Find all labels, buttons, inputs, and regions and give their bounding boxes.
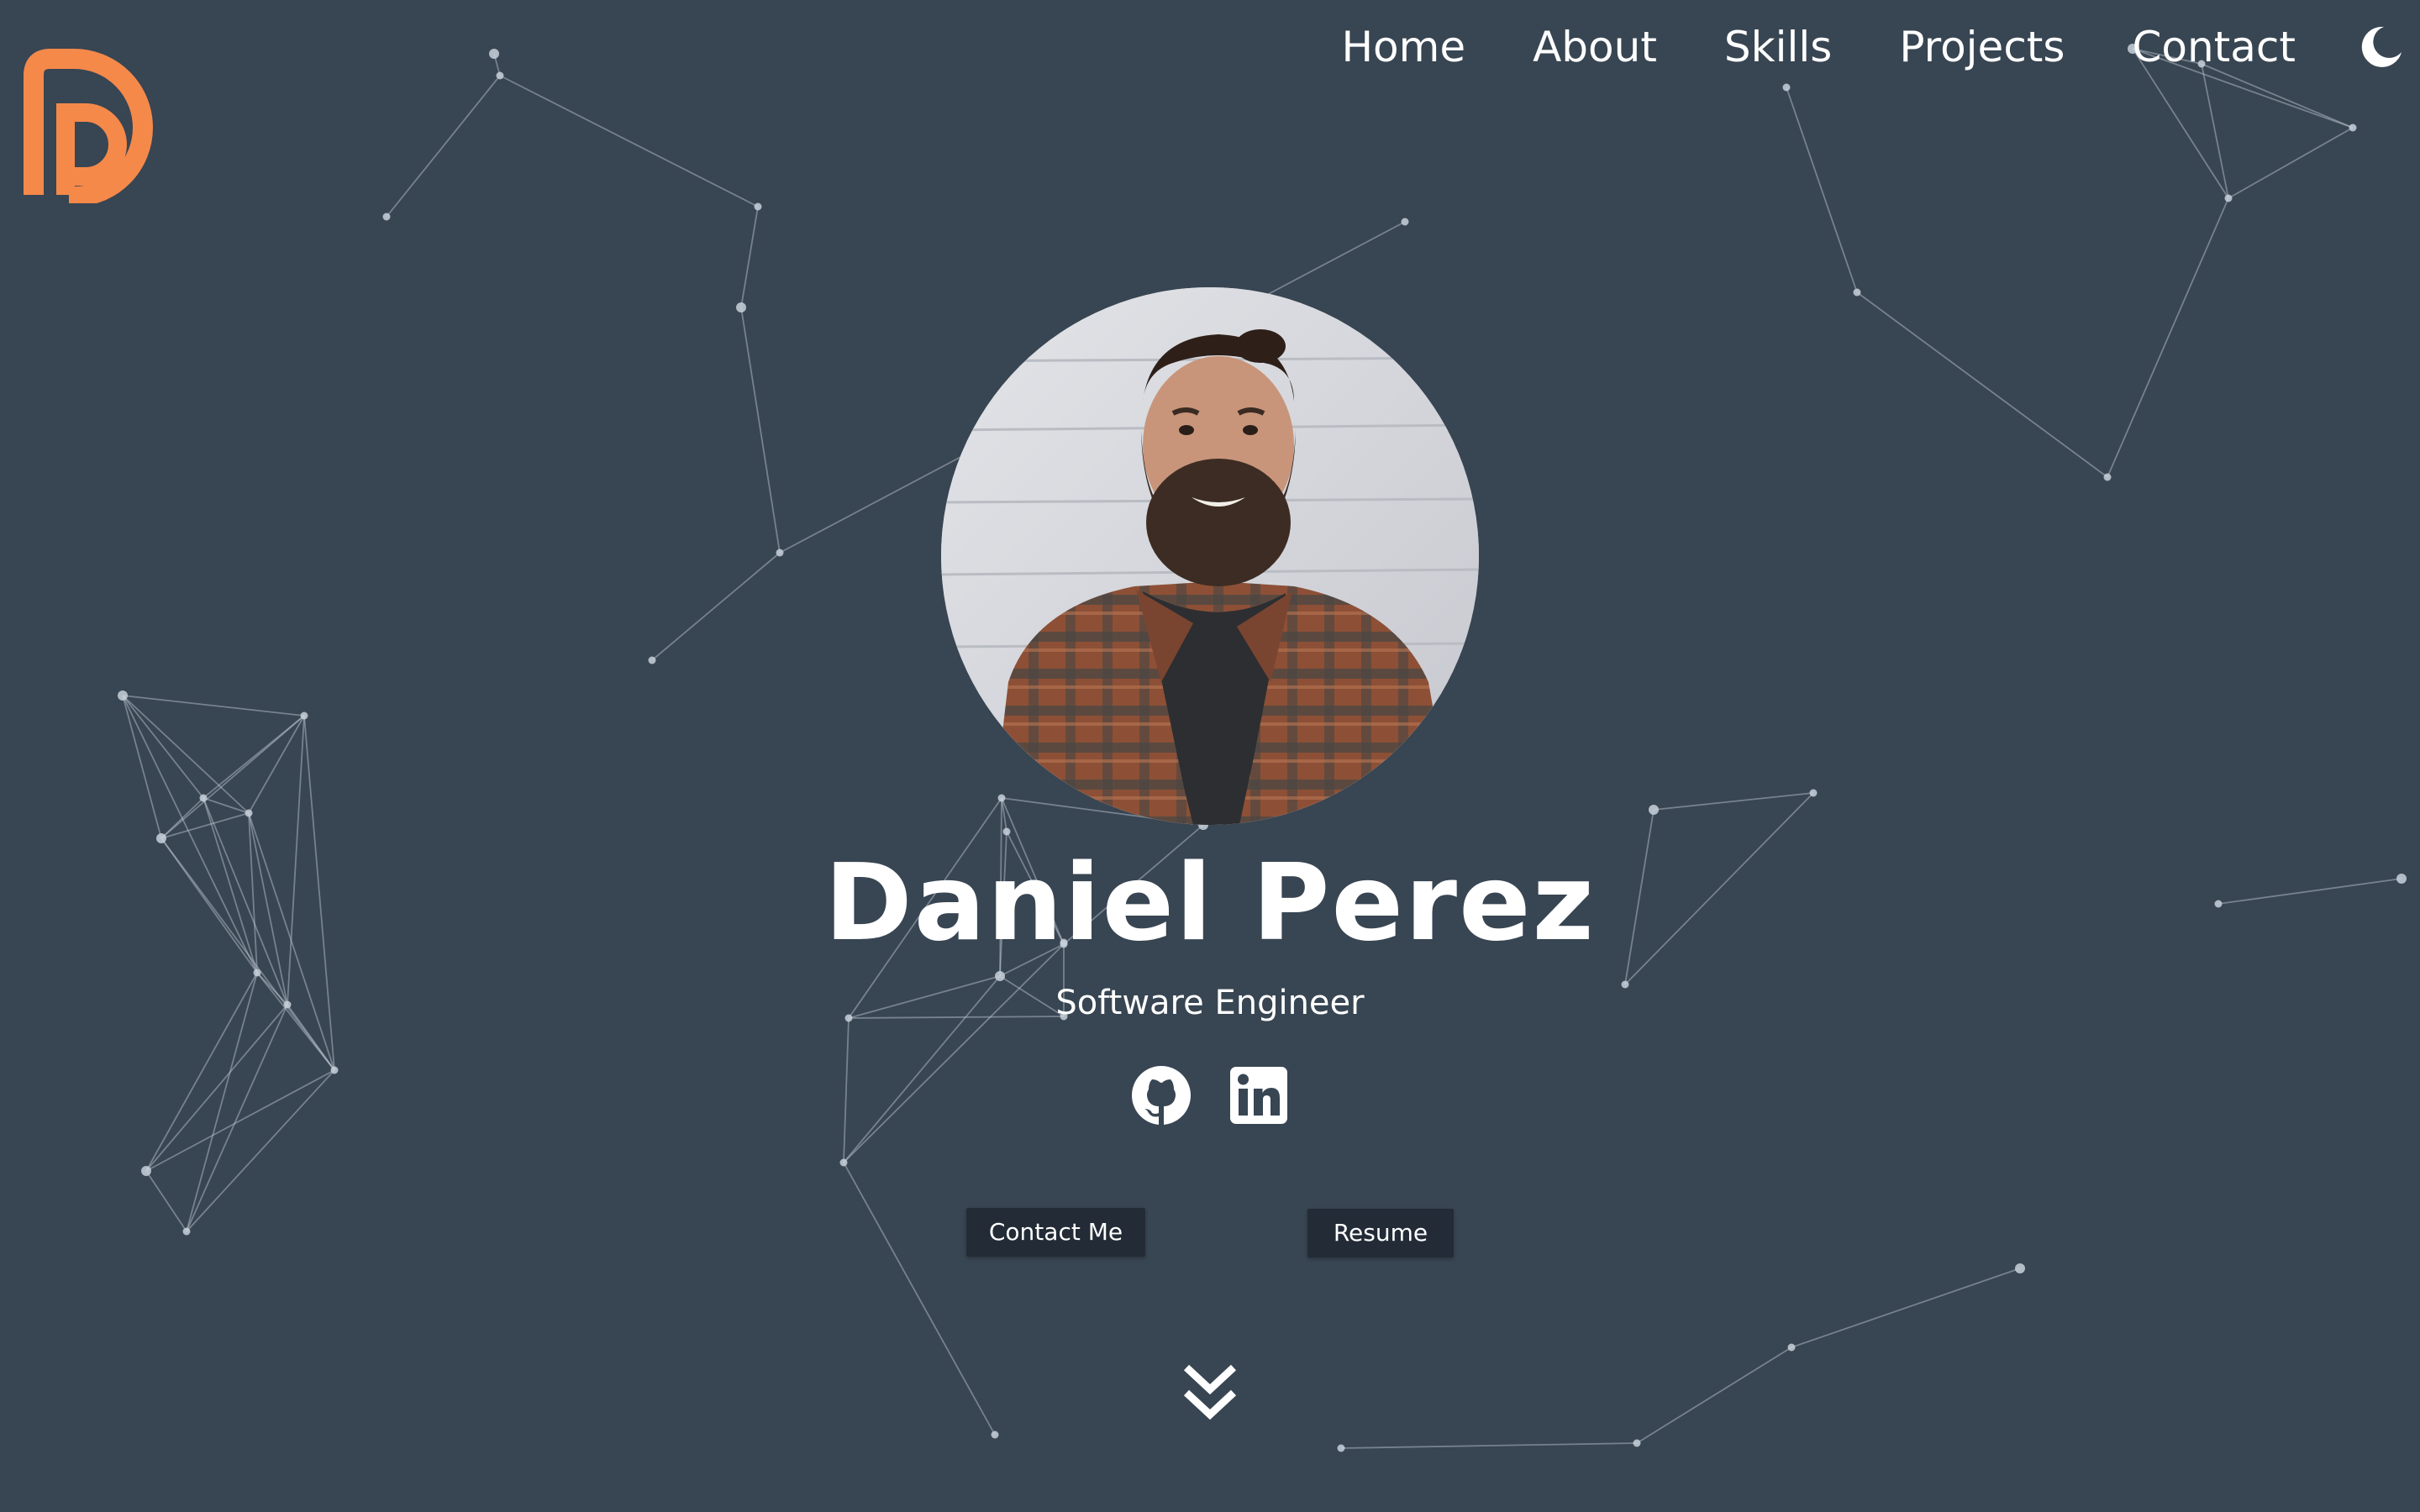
particle-link — [203, 797, 250, 814]
particle-link — [186, 1004, 288, 1232]
particle-link — [248, 715, 305, 814]
particle-node — [1337, 1444, 1345, 1452]
particle-node — [1853, 288, 1861, 297]
particle-node — [1782, 83, 1791, 92]
nav-link-about[interactable]: About — [1533, 23, 1657, 71]
main-nav: Home About Skills Projects Contact — [1341, 17, 2420, 77]
contact-me-button[interactable]: Contact Me — [966, 1208, 1145, 1257]
particle-link — [1786, 87, 1858, 293]
moon-icon — [2361, 26, 2402, 67]
particle-link — [160, 715, 305, 839]
particle-link — [740, 206, 759, 308]
particle-node — [1401, 218, 1409, 226]
particle-node — [182, 1227, 191, 1236]
particle-node — [141, 1166, 151, 1176]
particle-link — [122, 695, 250, 814]
particle-link — [145, 1004, 288, 1172]
particle-node — [1002, 827, 1011, 836]
github-icon — [1132, 1066, 1191, 1125]
profile-photo-illustration — [941, 287, 1479, 825]
linkedin-link[interactable] — [1223, 1060, 1294, 1131]
particle-link — [499, 75, 759, 207]
double-chevron-down-icon — [1183, 1364, 1237, 1420]
particle-node — [489, 49, 499, 59]
particle-node — [997, 794, 1006, 802]
linkedin-icon — [1230, 1067, 1287, 1124]
particle-link — [1340, 1442, 1638, 1449]
particle-link — [122, 695, 204, 799]
particle-node — [648, 656, 656, 664]
particle-node — [118, 690, 128, 701]
particle-link — [122, 695, 162, 839]
nav-link-projects[interactable]: Projects — [1899, 23, 2065, 71]
particle-link — [1791, 1268, 2021, 1348]
particle-node — [736, 302, 746, 312]
github-link[interactable] — [1126, 1060, 1197, 1131]
particle-link — [2107, 197, 2229, 478]
particle-node — [1809, 789, 1818, 797]
particle-link — [122, 695, 305, 717]
particle-link — [1636, 1347, 1792, 1444]
particle-node — [991, 1431, 999, 1439]
particle-link — [386, 75, 501, 218]
dp-logo-icon — [24, 49, 153, 207]
particle-node — [253, 969, 261, 977]
particle-node — [839, 1158, 848, 1167]
particle-link — [145, 1170, 187, 1232]
particle-node — [2015, 1263, 2025, 1273]
portfolio-page: Home About Skills Projects Contact Danie… — [0, 0, 2420, 1512]
particle-node — [330, 1066, 339, 1074]
particle-node — [2349, 123, 2357, 132]
particle-link — [1653, 792, 1814, 811]
particle-node — [245, 809, 253, 817]
dp-logo[interactable] — [15, 35, 161, 207]
hero-name: Daniel Perez — [824, 841, 1596, 964]
particle-node — [754, 202, 762, 211]
nav-link-contact[interactable]: Contact — [2132, 23, 2296, 71]
particle-node — [496, 71, 504, 80]
particle-node — [2103, 473, 2112, 481]
particle-node — [1649, 805, 1659, 815]
particle-link — [843, 1017, 850, 1163]
particle-link — [1856, 291, 2108, 478]
particle-link — [740, 307, 781, 554]
particle-node — [300, 711, 308, 720]
particle-link — [2228, 127, 2354, 199]
particle-link — [651, 552, 781, 661]
particle-link — [843, 1162, 996, 1436]
profile-photo — [941, 287, 1479, 825]
particle-node — [2224, 194, 2233, 202]
nav-link-home[interactable]: Home — [1341, 23, 1465, 71]
social-links — [1126, 1060, 1294, 1132]
scroll-down-button[interactable] — [1180, 1361, 1240, 1425]
particle-node — [382, 213, 391, 221]
theme-toggle-button[interactable] — [2358, 24, 2405, 71]
nav-link-skills[interactable]: Skills — [1724, 23, 1832, 71]
particle-node — [1633, 1439, 1641, 1447]
hero-role: Software Engineer — [1055, 984, 1365, 1022]
particle-node — [199, 794, 208, 802]
particle-node — [776, 549, 784, 557]
resume-button[interactable]: Resume — [1307, 1209, 1454, 1257]
particle-node — [1787, 1343, 1796, 1352]
